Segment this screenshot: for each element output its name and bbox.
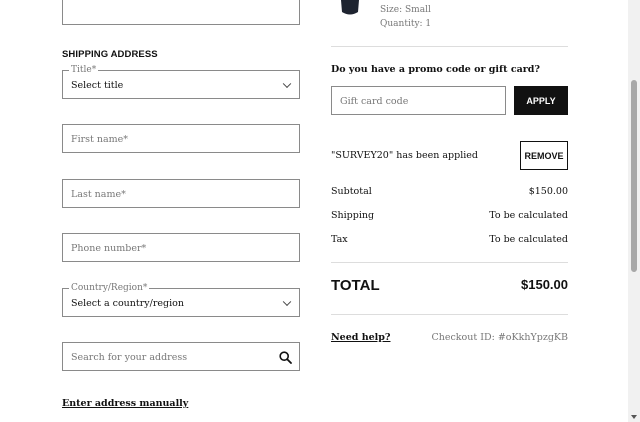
scrollbar-track[interactable] <box>628 0 640 422</box>
phone-number-input[interactable]: Phone number* <box>62 233 300 262</box>
title-select-value: Select title <box>71 80 124 91</box>
address-search-input[interactable]: Search for your address <box>62 342 300 371</box>
last-name-input[interactable]: Last name* <box>62 179 300 208</box>
summary-shipping-label: Shipping <box>331 210 375 221</box>
first-name-input[interactable]: First name* <box>62 124 300 153</box>
product-thumbnail <box>341 0 359 15</box>
title-select-label: Title* <box>69 65 99 76</box>
promo-question: Do you have a promo code or gift card? <box>331 64 540 75</box>
total-label: TOTAL <box>331 277 380 294</box>
phone-number-placeholder: Phone number* <box>71 243 147 254</box>
divider <box>331 262 568 263</box>
summary-tax-value: To be calculated <box>489 234 568 245</box>
country-select-value: Select a country/region <box>71 298 184 309</box>
first-name-placeholder: First name* <box>71 134 129 145</box>
shipping-section-title: SHIPPING ADDRESS <box>62 49 158 60</box>
country-select-label: Country/Region* <box>69 283 150 294</box>
scrollbar-thumb[interactable] <box>631 80 637 272</box>
apply-button[interactable]: APPLY <box>514 86 568 115</box>
total-value: $150.00 <box>521 277 568 292</box>
divider <box>331 46 568 47</box>
promo-applied-text: "SURVEY20" has been applied <box>331 150 478 161</box>
divider <box>331 314 568 315</box>
need-help-link[interactable]: Need help? <box>331 332 391 343</box>
chevron-down-icon <box>282 79 292 88</box>
summary-subtotal-label: Subtotal <box>331 186 372 197</box>
summary-subtotal-value: $150.00 <box>528 186 568 197</box>
scroll-down-arrow-icon[interactable] <box>631 415 637 419</box>
summary-tax-label: Tax <box>331 234 348 245</box>
item-size: Size: Small <box>380 5 431 15</box>
title-select[interactable]: Title* Select title <box>62 65 300 99</box>
gift-card-input[interactable]: Gift card code <box>331 86 506 115</box>
remove-promo-button[interactable]: REMOVE <box>520 141 568 170</box>
enter-address-manually-link[interactable]: Enter address manually <box>62 398 188 409</box>
address-search-placeholder: Search for your address <box>71 352 188 363</box>
last-name-placeholder: Last name* <box>71 189 126 200</box>
checkout-id: Checkout ID: #oKkhYpzgKB <box>431 332 568 343</box>
previous-input-field[interactable] <box>62 0 300 25</box>
gift-card-placeholder: Gift card code <box>340 96 409 107</box>
search-icon[interactable] <box>279 351 292 364</box>
chevron-down-icon <box>282 297 292 306</box>
summary-shipping-value: To be calculated <box>489 210 568 221</box>
country-select[interactable]: Country/Region* Select a country/region <box>62 283 300 317</box>
item-quantity: Quantity: 1 <box>380 19 432 29</box>
